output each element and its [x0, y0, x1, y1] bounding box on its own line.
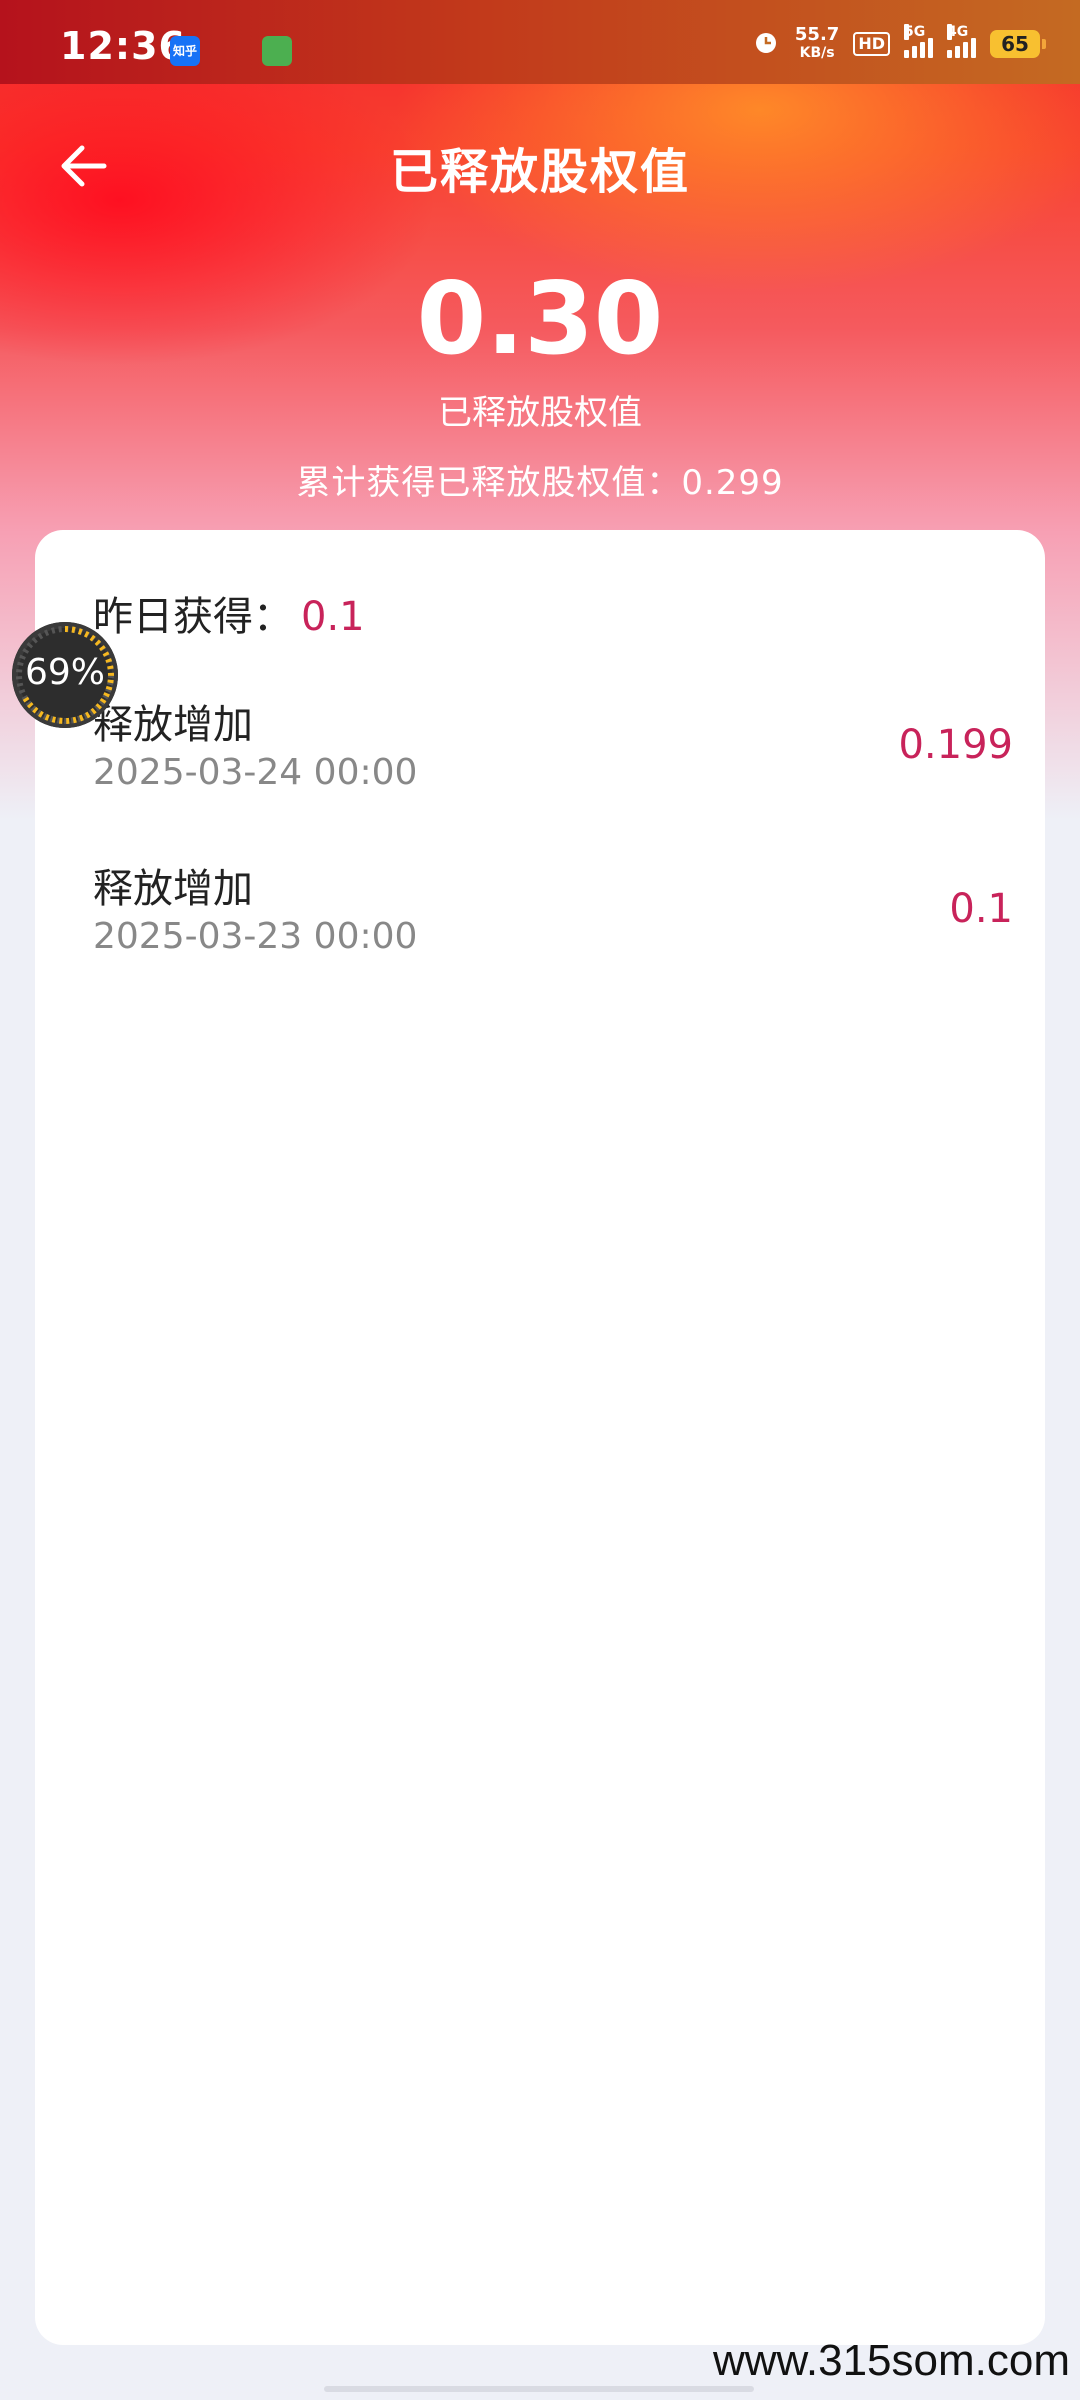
page-title: 已释放股权值	[389, 144, 690, 200]
yesterday-earned: 昨日获得： 0.1	[93, 584, 365, 642]
yesterday-label: 昨日获得：	[93, 594, 293, 640]
record-name: 释放增加	[93, 866, 253, 912]
records-card: 昨日获得： 0.1 释放增加 2025-03-24 00:00 0.199 释放增…	[35, 530, 1045, 2345]
zhihu-app-icon: 知乎	[170, 36, 200, 66]
hd-badge: HD	[853, 32, 890, 56]
status-time: 12:36	[60, 24, 186, 68]
cumulative-total: 累计获得已释放股权值：0.299	[296, 463, 784, 503]
record-amount: 0.199	[898, 722, 1013, 768]
yesterday-value: 0.1	[301, 594, 365, 640]
list-item: 释放增加 2025-03-23 00:00 0.1	[93, 856, 1013, 976]
signal-5g-icon: 5G	[904, 24, 933, 58]
record-date: 2025-03-24 00:00	[93, 752, 418, 793]
app-icon	[262, 36, 292, 66]
battery-indicator: 65	[990, 30, 1046, 58]
alarm-icon	[751, 27, 781, 62]
net-speed: 55.7 KB/s	[794, 24, 840, 62]
status-bar: 12:36 知乎 55.7 KB/s HD 5G 4G 65	[0, 0, 1080, 84]
memory-boost-floating-ball[interactable]: 69%	[12, 622, 118, 728]
home-indicator[interactable]	[324, 2386, 754, 2392]
signal-4g-icon: 4G	[947, 24, 976, 58]
shield-app-icon	[216, 36, 246, 66]
record-date: 2025-03-23 00:00	[93, 916, 418, 957]
list-item: 释放增加 2025-03-24 00:00 0.199	[93, 692, 1013, 812]
released-equity-value: 0.30	[416, 260, 664, 377]
watermark-text: www.315som.com	[712, 2336, 1070, 2385]
record-amount: 0.1	[949, 886, 1013, 932]
released-equity-label: 已释放股权值	[438, 393, 642, 433]
floating-ball-percent: 69%	[24, 652, 105, 693]
status-indicators: 55.7 KB/s HD 5G 4G 65	[751, 22, 1046, 66]
